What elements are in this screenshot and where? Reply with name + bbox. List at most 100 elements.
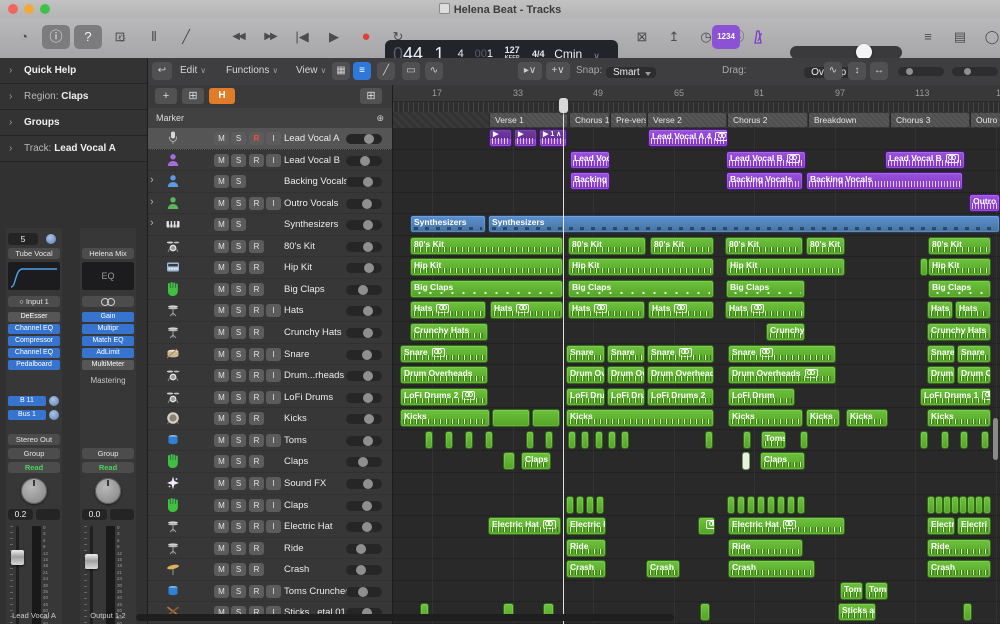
catch-playhead-icon[interactable]: ↩ <box>152 62 172 80</box>
pan-knob[interactable] <box>95 478 121 504</box>
region-lead-voc[interactable]: Lead Voc <box>570 151 610 169</box>
track-on-off-slider[interactable] <box>346 350 382 360</box>
record-enable-button[interactable]: R <box>249 283 264 296</box>
plugin-slot-deesser[interactable]: DeEsser <box>8 312 60 322</box>
track-on-off-slider[interactable] <box>346 436 382 446</box>
track-on-off-slider[interactable] <box>346 220 382 230</box>
editors-icon[interactable]: ╱ <box>172 25 200 49</box>
region-clip[interactable] <box>503 452 515 470</box>
region-clip[interactable] <box>576 496 584 514</box>
region-clip[interactable] <box>545 431 553 449</box>
snap-dropdown[interactable]: Smart <box>606 67 656 78</box>
functions-menu[interactable]: Functions∨ <box>226 62 278 80</box>
solo-button[interactable]: S <box>231 348 246 361</box>
send-slot-b-11[interactable]: B 11 <box>8 396 46 406</box>
record-enable-button[interactable]: R <box>249 304 264 317</box>
region-electric-hat[interactable]: Electric Hat <box>488 517 561 535</box>
track-header-electric-hat[interactable]: MSRIElectric Hat <box>148 516 392 538</box>
hide-tracks-button[interactable]: H <box>209 88 235 104</box>
region-crash[interactable]: Crash <box>566 560 606 578</box>
tracks-view-icon[interactable]: ≡ <box>353 62 371 80</box>
plugin-slot-channel-eq[interactable]: Channel EQ <box>8 324 60 334</box>
region-hats[interactable]: Hats <box>568 301 645 319</box>
region-clip[interactable] <box>621 431 629 449</box>
region-80-s-kit[interactable]: 80's Kit <box>650 237 714 255</box>
solo-button[interactable]: S <box>231 455 246 468</box>
input-monitor-button[interactable]: I <box>266 348 281 361</box>
horizontal-scrollbar[interactable] <box>136 614 674 621</box>
solo-button[interactable]: S <box>231 197 246 210</box>
region-80-s-kit[interactable]: 80's Kit <box>568 237 646 255</box>
record-enable-button[interactable]: R <box>249 563 264 576</box>
track-on-off-slider[interactable] <box>346 544 382 554</box>
region-electric-hat[interactable]: Electric Hat <box>728 517 845 535</box>
mute-button[interactable]: M <box>214 369 229 382</box>
automation-mode-button[interactable]: Read <box>82 462 134 473</box>
region-clip[interactable] <box>465 431 473 449</box>
track-header-hip-kit[interactable]: MSRHip Kit <box>148 257 392 279</box>
patch-setting-button[interactable]: Helena Mix <box>82 248 134 259</box>
secondary-tool-selector[interactable]: +∨ <box>546 62 570 80</box>
add-track-button[interactable]: + <box>155 88 177 104</box>
region-electric-h[interactable]: Electric H <box>927 517 955 535</box>
record-enable-button[interactable]: R <box>249 369 264 382</box>
region-backing-v[interactable]: Backing V <box>570 172 610 190</box>
region-clip[interactable] <box>983 496 991 514</box>
solo-button[interactable]: S <box>231 369 246 382</box>
region-snare[interactable]: Snare <box>728 345 836 363</box>
region-clip[interactable] <box>927 496 935 514</box>
region-clip[interactable] <box>920 258 928 276</box>
solo-button[interactable]: S <box>231 391 246 404</box>
region-snare[interactable]: Snare <box>647 345 714 363</box>
pan-knob[interactable] <box>21 478 47 504</box>
track-header-claps[interactable]: MSRIClaps <box>148 495 392 517</box>
region-outro-v[interactable]: Outro V <box>969 194 1000 212</box>
flex-tool-icon[interactable]: ∿ <box>425 62 443 80</box>
volume-value-box[interactable]: 0.2 <box>8 509 33 520</box>
region-lead-vocal-a-4[interactable]: Lead Vocal A 4 <box>648 129 728 147</box>
region-clip[interactable] <box>485 431 493 449</box>
disclosure-chevron-icon[interactable]: › <box>150 217 154 229</box>
mute-button[interactable]: M <box>214 477 229 490</box>
region-drum-overheads[interactable]: Drum Overheads <box>728 366 836 384</box>
track-header-ride[interactable]: MSRRide <box>148 538 392 560</box>
region-lofi-drums-2[interactable]: LoFi Drums 2 <box>400 388 488 406</box>
track-on-off-slider[interactable] <box>346 263 382 273</box>
record-enable-button[interactable]: R <box>249 455 264 468</box>
mute-button[interactable]: M <box>214 283 229 296</box>
region-clip[interactable] <box>698 517 715 535</box>
region-drum-ove[interactable]: Drum Ove <box>927 366 955 384</box>
track-header-backing-vocals[interactable]: ›MSBacking Vocals <box>148 171 392 193</box>
plugin-slot-multimeter[interactable]: MultiMeter <box>82 360 134 370</box>
input-monitor-button[interactable]: I <box>266 585 281 598</box>
region-clip[interactable] <box>743 431 751 449</box>
record-icon[interactable]: ● <box>352 25 380 49</box>
region-clip[interactable] <box>727 496 735 514</box>
region-toms[interactable]: Toms <box>761 431 786 449</box>
region-toms[interactable]: Toms <box>865 582 888 600</box>
region-kicks[interactable]: Kicks <box>566 409 714 427</box>
mute-button[interactable]: M <box>214 434 229 447</box>
volume-fader[interactable]: 0369121518212430354045505560 <box>84 526 132 624</box>
region-synthesizers[interactable]: Synthesizers <box>410 215 486 233</box>
eq-thumbnail[interactable]: EQ <box>82 262 134 290</box>
add-marker-icon[interactable]: ⊕ <box>376 108 384 128</box>
region-lofi-drums-2[interactable]: LoFi Drums 2 <box>647 388 714 406</box>
region-kicks[interactable]: Kicks <box>927 409 991 427</box>
region-snare[interactable]: Snare <box>400 345 488 363</box>
eq-thumbnail[interactable] <box>8 262 60 290</box>
send-knob[interactable] <box>49 396 59 406</box>
region-clip[interactable] <box>586 496 594 514</box>
region-clip[interactable] <box>526 431 534 449</box>
arrangement-marker-verse-2[interactable]: Verse 2 <box>647 113 726 127</box>
region-electric-h[interactable]: Electric H <box>566 517 606 535</box>
region-lead-vocal-b[interactable]: Lead Vocal B <box>726 151 806 169</box>
region-clip[interactable] <box>959 496 967 514</box>
vertical-zoom-icon[interactable]: ↕ <box>848 62 866 80</box>
punch-icon[interactable]: ↥ <box>660 25 688 49</box>
forward-icon[interactable]: ▶▶ <box>256 25 284 49</box>
plugin-slot-gain[interactable]: Gain <box>82 312 134 322</box>
region-snare[interactable]: Snare <box>607 345 645 363</box>
record-enable-button[interactable]: R <box>249 585 264 598</box>
solo-button[interactable]: S <box>231 499 246 512</box>
